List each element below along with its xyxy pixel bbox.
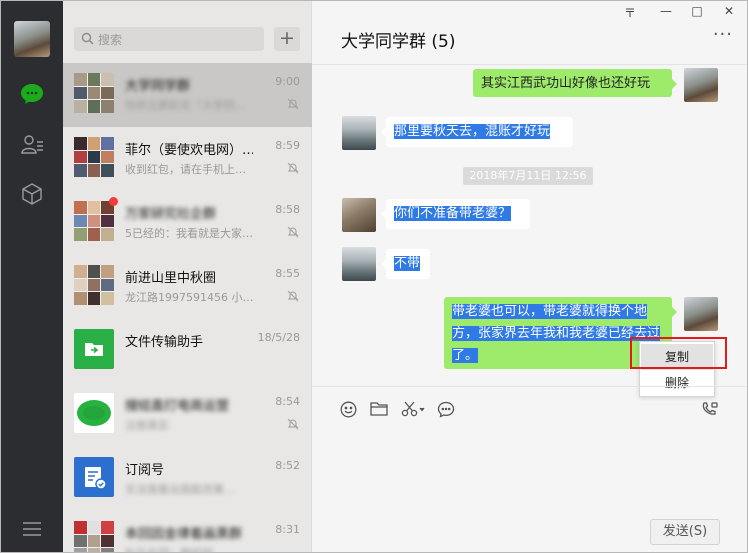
my-avatar[interactable] [14, 21, 50, 57]
search-placeholder: 搜索 [98, 33, 123, 47]
group-avatar [74, 73, 114, 113]
chat-header: 大学同学群 (5) ··· [312, 1, 747, 65]
conversation-time: 8:55 [275, 267, 300, 280]
conversation-name: 本回因金律着画黑群 [125, 527, 243, 542]
chat-icon[interactable] [19, 81, 45, 107]
conversation-preview: 5已经的：我看就是大家… [125, 227, 253, 240]
search-input[interactable]: 搜索 [74, 27, 264, 51]
group-avatar [74, 137, 114, 177]
conversation-item[interactable]: 前进山里中秋圈 8:55 龙江路1997591456 小… [63, 255, 312, 319]
search-icon [81, 32, 94, 49]
conversation-preview: 你终古那彩花「大学同… [125, 99, 246, 112]
conversation-name: 订阅号 [125, 463, 165, 478]
conversation-time: 8:52 [275, 459, 300, 472]
message-text: 不带 [394, 256, 421, 271]
message-text: 其实江西武功山好像也还好玩 [481, 76, 651, 91]
sender-avatar[interactable] [342, 116, 376, 150]
minimize-button[interactable]: — [657, 4, 675, 18]
conversation-time: 8:58 [275, 203, 300, 216]
conversation-time: 18/5/28 [257, 331, 300, 344]
more-options-icon[interactable]: ··· [713, 26, 733, 44]
close-button[interactable]: ✕ [720, 4, 738, 18]
mute-bell-icon [287, 290, 299, 306]
emoji-icon[interactable] [340, 401, 357, 422]
mute-bell-icon [287, 162, 299, 178]
message-text: 那里要秋天去，混账才好玩 [394, 124, 551, 139]
group-avatar [74, 521, 114, 552]
message-text: 你们不准备带老婆？ [394, 206, 512, 221]
conversation-name: 文件传输助手 [125, 335, 204, 350]
sender-avatar[interactable] [684, 297, 718, 331]
conversation-name: 菲尔（要使欢电网）… [125, 143, 253, 158]
message-bubble[interactable]: 那里要秋天去，混账才好玩 [381, 117, 573, 147]
conversation-item[interactable]: 万家研究社企群 8:58 5已经的：我看就是大家… [63, 191, 312, 255]
sender-avatar[interactable] [342, 247, 376, 281]
green-chat-logo-icon [74, 393, 114, 433]
conversation-item[interactable]: 菲尔（要使欢电网）… 8:59 收到红包，请在手机上… [63, 127, 312, 191]
contacts-icon[interactable] [19, 131, 45, 157]
conversation-name: 搜结直打电商运营 [125, 399, 230, 414]
conversation-list-panel: 搜索 + 大学同学群 9:00 你终古那彩花「大学同… 菲尔（要使欢电网）… 8… [63, 1, 312, 552]
sender-avatar[interactable] [342, 198, 376, 232]
conversation-preview: 杜乐名回：都经到… [125, 545, 265, 552]
conversation-name: 大学同学群 [125, 79, 191, 94]
file-transfer-icon [74, 329, 114, 369]
conversation-item[interactable]: 大学同学群 9:00 你终古那彩花「大学同… [63, 63, 312, 127]
mute-bell-icon [287, 98, 299, 114]
message-bubble[interactable]: 你们不准备带老婆？ [381, 199, 530, 229]
send-button[interactable]: 发送(S) [650, 519, 720, 545]
message-bubble[interactable]: 不带 [381, 249, 430, 279]
conversation-item[interactable]: 文件传输助手 18/5/28 [63, 319, 312, 383]
favorites-cube-icon[interactable] [19, 181, 45, 207]
conversation-time: 8:31 [275, 523, 300, 536]
left-nav-bar [1, 1, 63, 552]
mute-bell-icon [287, 418, 299, 434]
wechat-window: 搜索 + 大学同学群 9:00 你终古那彩花「大学同… 菲尔（要使欢电网）… 8… [0, 0, 748, 553]
conversation-time: 8:59 [275, 139, 300, 152]
group-avatar [74, 201, 114, 241]
message-bubble[interactable]: 其实江西武功山好像也还好玩 [473, 69, 677, 97]
conversation-name: 万家研究社企群 [125, 207, 217, 222]
input-toolbar [312, 386, 747, 431]
conversation-preview: 无法我看出我能改第… [125, 483, 235, 496]
conversation-item[interactable]: 订阅号 8:52 无法我看出我能改第… [63, 447, 312, 511]
unread-badge [109, 197, 118, 206]
chat-title: 大学同学群 (5) [341, 32, 456, 52]
pin-icon[interactable]: 〒 [621, 4, 639, 21]
chat-history-icon[interactable] [437, 401, 455, 422]
conversation-time: 9:00 [275, 75, 300, 88]
conversation-item[interactable]: 本回因金律着画黑群 8:31 杜乐名回：都经到… [63, 511, 312, 552]
highlight-box [630, 337, 727, 369]
conversation-preview: 注册高实 [125, 419, 169, 432]
message-timestamp: 2018年7月11日 12:56 [463, 167, 593, 185]
chat-panel: 大学同学群 (5) ··· 〒 — □ ✕ 其实江西武功山好像也还好玩 那里要秋… [312, 1, 747, 552]
folder-icon[interactable] [370, 401, 388, 421]
conversation-item[interactable]: 搜结直打电商运营 8:54 注册高实 [63, 383, 312, 447]
conversation-preview: 收到红包，请在手机上… [125, 163, 246, 176]
subscription-icon [74, 457, 114, 497]
video-call-icon[interactable] [701, 401, 719, 421]
conversation-name: 前进山里中秋圈 [125, 271, 217, 286]
maximize-button[interactable]: □ [688, 4, 706, 18]
group-avatar [74, 265, 114, 305]
menu-icon[interactable] [19, 516, 45, 542]
message-text: 带老婆也可以，带老婆就得换个地方，张家界去年我和我老婆已经去过了。 [452, 304, 661, 363]
scissors-icon[interactable] [401, 401, 425, 421]
conversation-preview: 龙江路1997591456 小… [125, 291, 254, 304]
mute-bell-icon [287, 226, 299, 242]
conversation-time: 8:54 [275, 395, 300, 408]
add-chat-button[interactable]: + [274, 27, 300, 51]
sender-avatar[interactable] [684, 68, 718, 102]
